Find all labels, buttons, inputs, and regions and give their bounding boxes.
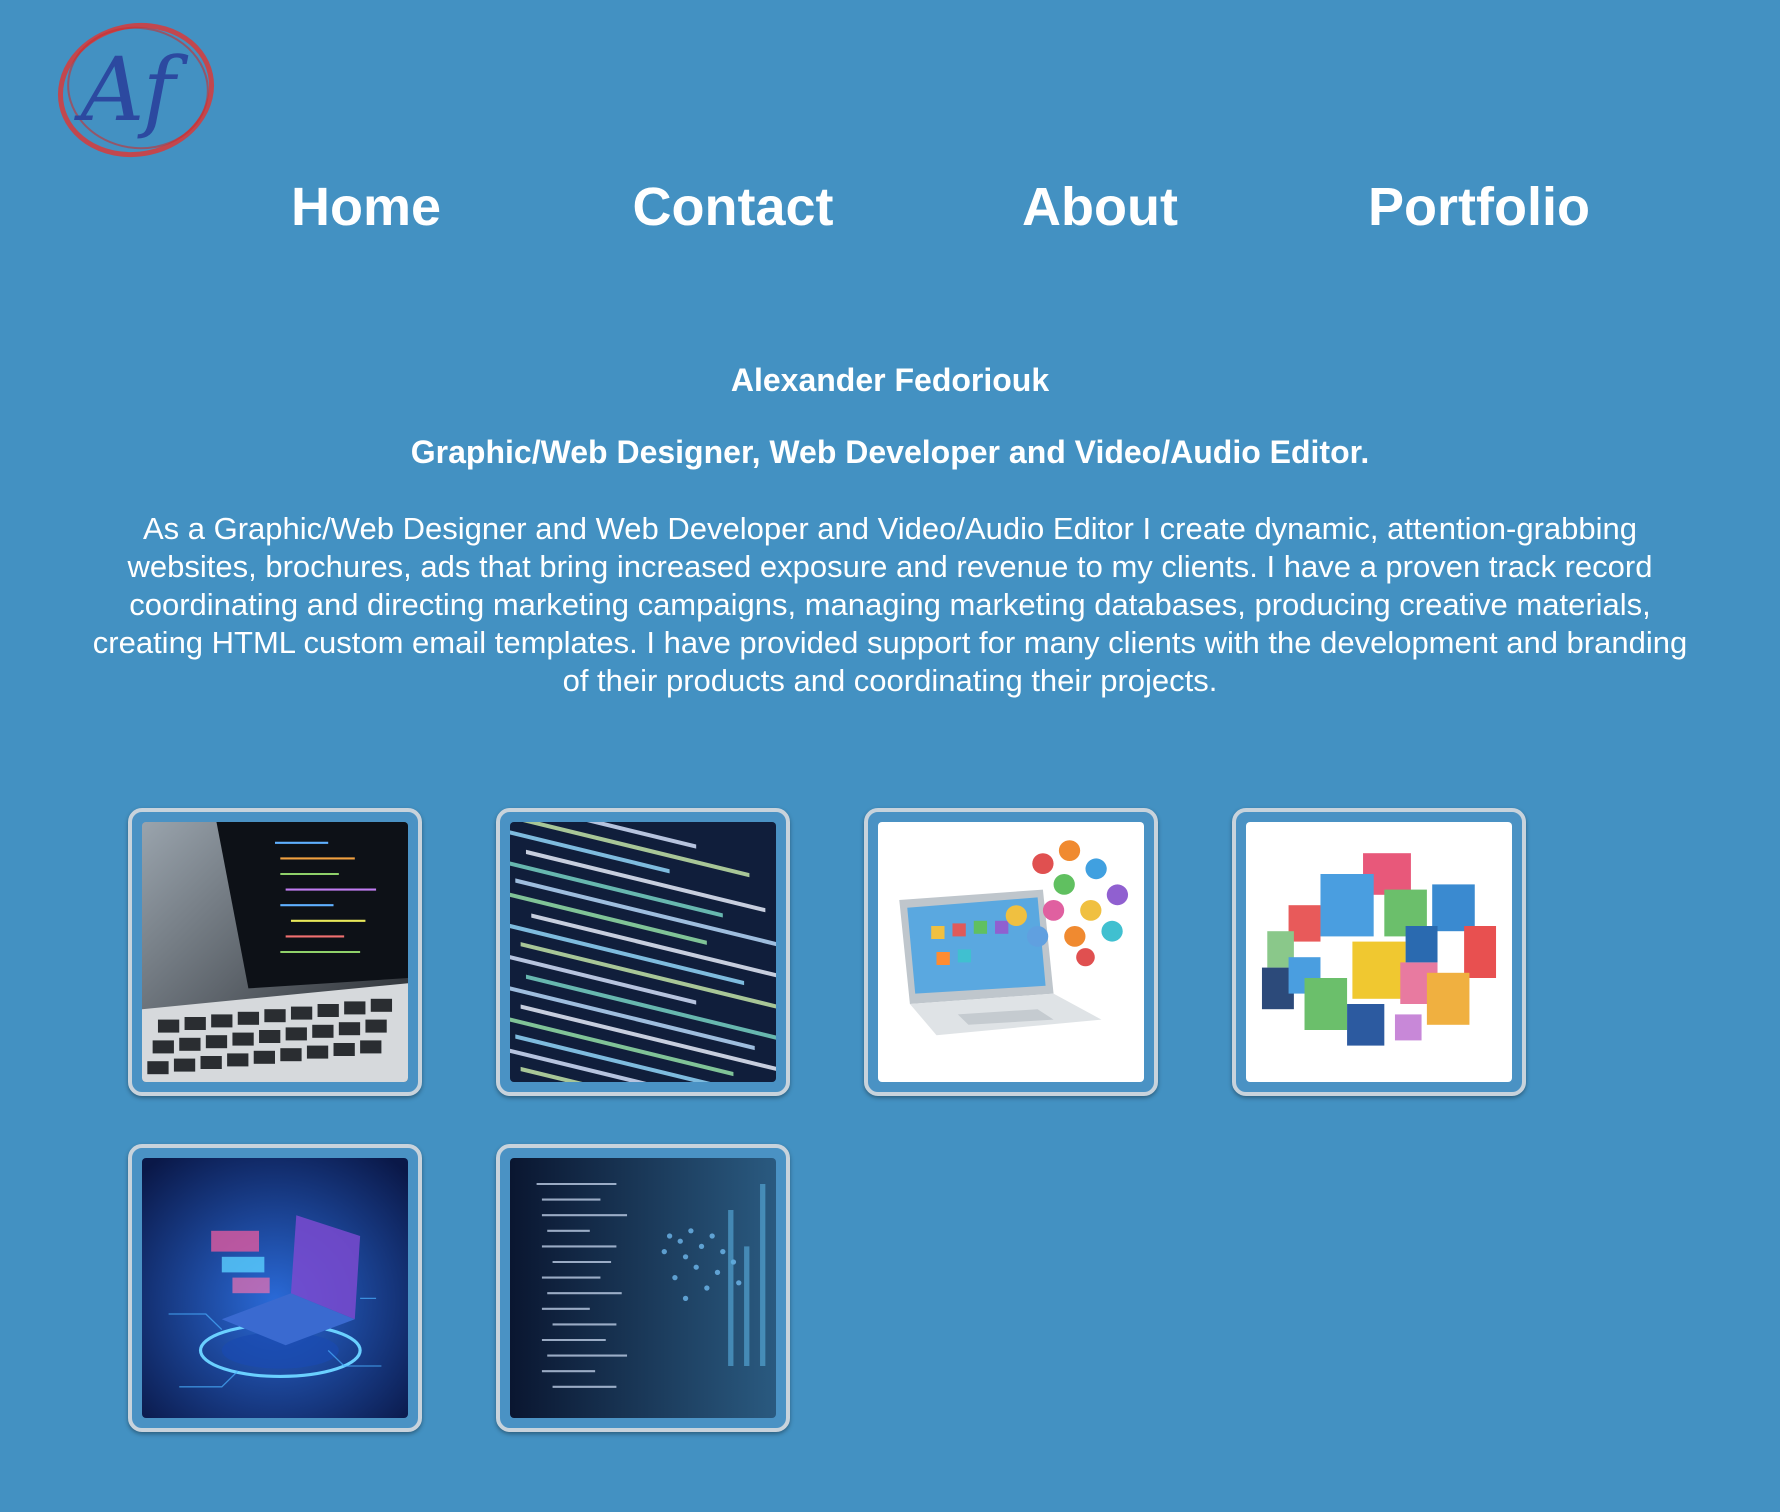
- logo-mark: Af: [57, 22, 215, 158]
- world-map-code-image: [510, 1158, 776, 1418]
- gallery-item-isometric-laptop[interactable]: [128, 1144, 422, 1432]
- gallery-item-web-tech[interactable]: [1232, 808, 1526, 1096]
- isometric-laptop-image: [142, 1158, 408, 1418]
- web-technology-logos-image: [1246, 822, 1512, 1082]
- job-title: Graphic/Web Designer, Web Developer and …: [410, 434, 1370, 470]
- nav-portfolio[interactable]: Portfolio: [1368, 172, 1590, 242]
- main-nav: Home Contact About Portfolio: [0, 172, 1780, 242]
- laptop-app-icons-image: [878, 822, 1144, 1082]
- nav-contact[interactable]: Contact: [633, 172, 834, 242]
- gallery-item-laptop-apps[interactable]: [864, 808, 1158, 1096]
- gallery-item-world-map-code[interactable]: [496, 1144, 790, 1432]
- bio-paragraph: As a Graphic/Web Designer and Web Develo…: [92, 511, 1688, 698]
- person-name: Alexander Fedoriouk: [730, 362, 1050, 398]
- nav-about[interactable]: About: [1022, 172, 1178, 242]
- code-closeup-image: [510, 822, 776, 1082]
- gallery-item-code-closeup[interactable]: [496, 808, 790, 1096]
- laptop-code-image: [142, 822, 408, 1082]
- nav-home[interactable]: Home: [291, 172, 441, 242]
- site-logo[interactable]: Af: [36, 14, 216, 164]
- logo-text: Af: [74, 38, 189, 141]
- gallery-item-laptop-code[interactable]: [128, 808, 422, 1096]
